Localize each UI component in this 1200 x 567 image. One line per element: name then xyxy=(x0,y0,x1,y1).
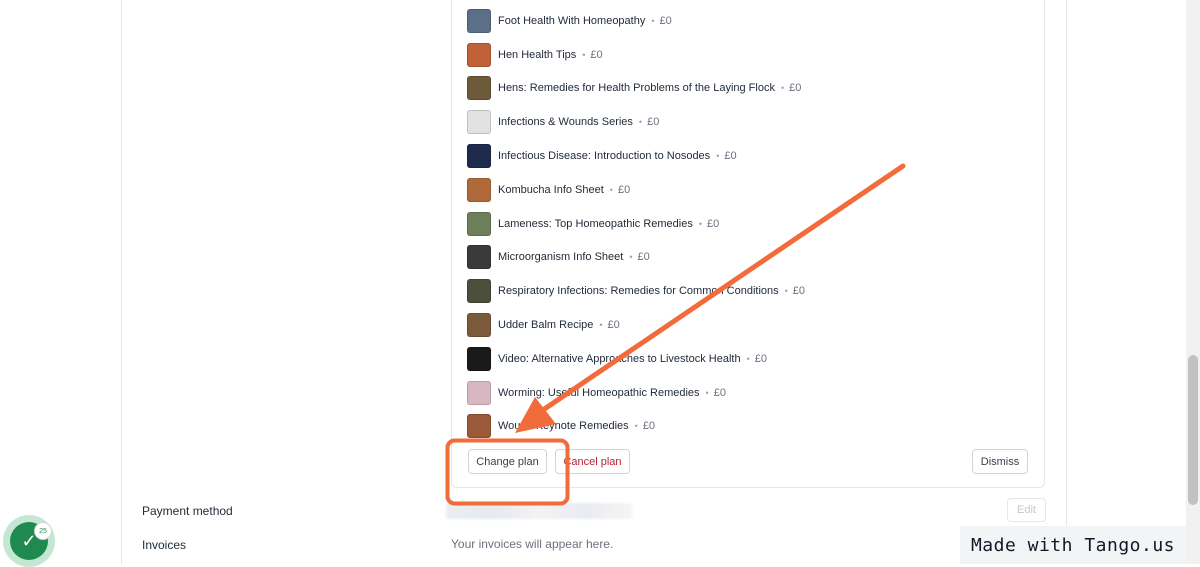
product-name: Worming: Useful Homeopathic Remedies xyxy=(498,386,700,399)
product-price: £0 xyxy=(607,319,620,332)
separator-dot-icon: • xyxy=(582,49,586,60)
product-price: £0 xyxy=(724,150,737,163)
product-price: £0 xyxy=(647,116,660,129)
product-row[interactable]: Microorganism Info Sheet • £0 xyxy=(467,241,805,275)
separator-dot-icon: • xyxy=(746,353,750,364)
product-price: £0 xyxy=(792,285,806,298)
separator-dot-icon: • xyxy=(784,286,788,297)
separator-dot-icon: • xyxy=(609,184,613,195)
separator-dot-icon: • xyxy=(634,421,638,432)
product-thumbnail xyxy=(467,279,491,304)
product-row[interactable]: Respiratory Infections: Remedies for Com… xyxy=(467,274,805,308)
tango-watermark: Made with Tango.us xyxy=(960,526,1186,564)
separator-dot-icon: • xyxy=(629,252,633,263)
product-row[interactable]: Hens: Remedies for Health Problems of th… xyxy=(467,72,805,106)
product-name: Hen Health Tips xyxy=(498,48,577,61)
separator-dot-icon: • xyxy=(716,151,720,162)
product-thumbnail xyxy=(467,414,491,439)
product-name: Foot Health With Homeopathy xyxy=(498,14,646,27)
product-name: Lameness: Top Homeopathic Remedies xyxy=(498,217,693,230)
cancel-plan-button[interactable]: Cancel plan xyxy=(555,449,630,474)
tango-badge[interactable]: ✓ 25 xyxy=(0,512,58,567)
dismiss-button[interactable]: Dismiss xyxy=(972,449,1028,474)
product-row[interactable]: Video: Alternative Approaches to Livesto… xyxy=(467,342,805,376)
separator-dot-icon: • xyxy=(705,387,709,398)
product-name: Infections & Wounds Series xyxy=(498,116,633,129)
product-name: Kombucha Info Sheet xyxy=(498,183,604,196)
product-price: £0 xyxy=(637,251,650,264)
product-list: Foot Health With Homeopathy • £0 Hen Health… xyxy=(467,4,805,443)
separator-dot-icon: • xyxy=(651,15,655,26)
product-thumbnail xyxy=(467,42,491,67)
product-row[interactable]: Udder Balm Recipe • £0 xyxy=(467,308,805,342)
product-name: Video: Alternative Approaches to Livesto… xyxy=(498,352,741,365)
product-row[interactable]: Infectious Disease: Introduction to Noso… xyxy=(467,139,805,173)
product-thumbnail xyxy=(467,76,491,101)
product-row[interactable]: Hen Health Tips • £0 xyxy=(467,38,805,72)
edit-payment-button[interactable]: Edit xyxy=(1007,498,1046,522)
product-name: Udder Balm Recipe xyxy=(498,319,594,332)
payment-method-value-redacted xyxy=(446,503,632,519)
product-name: Microorganism Info Sheet xyxy=(498,251,624,264)
product-thumbnail xyxy=(467,8,491,33)
product-name: Wound Keynote Remedies xyxy=(498,420,629,433)
separator-dot-icon: • xyxy=(638,117,643,128)
product-thumbnail xyxy=(467,346,491,371)
product-thumbnail xyxy=(467,110,491,135)
product-price: £0 xyxy=(590,48,603,61)
product-price: £0 xyxy=(642,420,656,433)
product-price: £0 xyxy=(789,82,802,95)
product-row[interactable]: Kombucha Info Sheet • £0 xyxy=(467,173,805,207)
product-thumbnail xyxy=(467,245,491,270)
product-thumbnail xyxy=(467,380,491,405)
separator-dot-icon: • xyxy=(780,83,785,94)
product-row[interactable]: Worming: Useful Homeopathic Remedies • £0 xyxy=(467,376,805,410)
tango-step-count: 25 xyxy=(34,522,52,540)
product-row[interactable]: Infections & Wounds Series • £0 xyxy=(467,105,805,139)
product-name: Respiratory Infections: Remedies for Com… xyxy=(498,285,779,298)
scrollbar-thumb[interactable] xyxy=(1188,355,1198,505)
product-price: £0 xyxy=(659,14,672,27)
product-thumbnail xyxy=(467,313,491,338)
invoices-empty-text: Your invoices will appear here. xyxy=(451,537,614,551)
product-thumbnail xyxy=(467,177,491,202)
product-name: Infectious Disease: Introduction to Noso… xyxy=(498,150,711,163)
change-plan-button[interactable]: Change plan xyxy=(468,449,547,474)
product-row[interactable]: Wound Keynote Remedies • £0 xyxy=(467,410,805,444)
separator-dot-icon: • xyxy=(698,218,703,229)
product-price: £0 xyxy=(617,183,631,196)
product-price: £0 xyxy=(713,386,726,399)
product-row[interactable]: Foot Health With Homeopathy • £0 xyxy=(467,4,805,38)
product-row[interactable]: Lameness: Top Homeopathic Remedies • £0 xyxy=(467,207,805,241)
product-price: £0 xyxy=(707,217,720,230)
product-thumbnail xyxy=(467,144,491,169)
product-name: Hens: Remedies for Health Problems of th… xyxy=(498,82,775,95)
product-thumbnail xyxy=(467,211,491,236)
separator-dot-icon: • xyxy=(599,320,603,331)
payment-method-label: Payment method xyxy=(142,504,233,518)
invoices-label: Invoices xyxy=(142,538,187,552)
product-price: £0 xyxy=(754,352,767,365)
